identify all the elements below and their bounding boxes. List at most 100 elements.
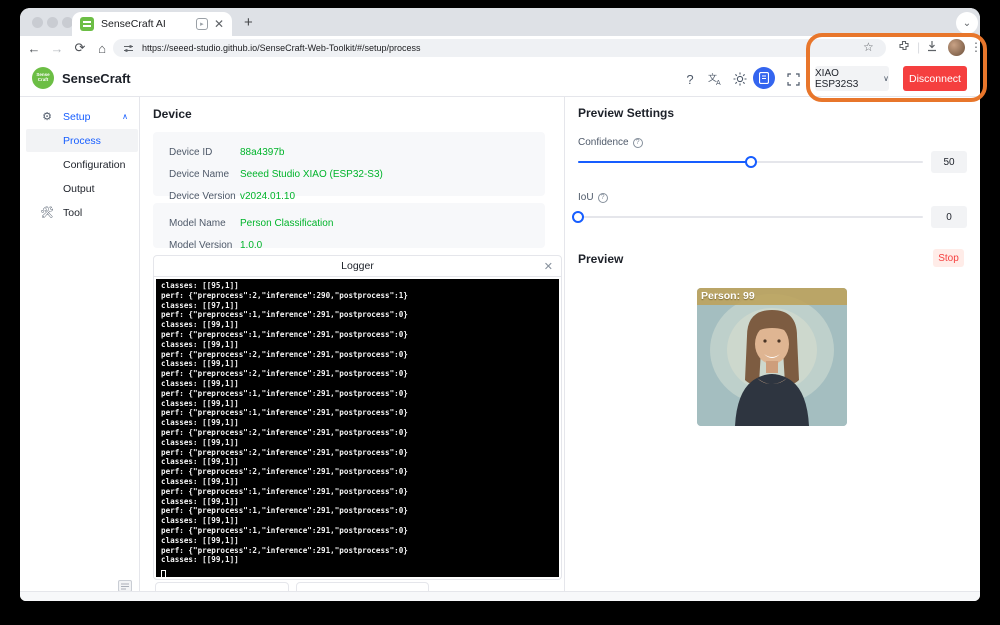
window-minimize-button[interactable] <box>47 17 58 28</box>
logger-line: perf: {"preprocess":2,"inference":291,"p… <box>161 448 559 458</box>
logger-line: classes: [[99,1]] <box>161 516 559 526</box>
logger-close-icon[interactable]: ✕ <box>544 260 553 273</box>
theme-sun-icon[interactable] <box>730 69 750 89</box>
bookmark-star-icon[interactable]: ☆ <box>863 40 874 54</box>
logger-line: classes: [[99,1]] <box>161 555 559 565</box>
logger-line: perf: {"preprocess":1,"inference":291,"p… <box>161 506 559 516</box>
iou-label: IoU ? <box>578 192 608 203</box>
address-bar[interactable]: https://seeed-studio.github.io/SenseCraf… <box>113 39 886 57</box>
home-icon[interactable]: ⌂ <box>93 39 111 57</box>
logger-line: perf: {"preprocess":2,"inference":291,"p… <box>161 546 559 556</box>
browser-menu-icon[interactable]: ⋮ <box>970 40 980 54</box>
preview-title: Preview <box>578 252 623 266</box>
logger-line: classes: [[99,1]] <box>161 536 559 546</box>
logger-line: classes: [[95,1]] <box>161 281 559 291</box>
logger-line: perf: {"preprocess":2,"inference":290,"p… <box>161 291 559 301</box>
page-bottom-strip <box>20 591 980 601</box>
confidence-label: Confidence ? <box>578 137 643 148</box>
iou-help-icon[interactable]: ? <box>598 193 608 203</box>
back-icon[interactable]: ← <box>25 39 43 57</box>
logger-line: perf: {"preprocess":2,"inference":291,"p… <box>161 428 559 438</box>
logger-line: perf: {"preprocess":1,"inference":291,"p… <box>161 408 559 418</box>
logger-line: classes: [[97,1]] <box>161 301 559 311</box>
tab-title: SenseCraft AI <box>101 18 196 30</box>
logger-line: classes: [[99,1]] <box>161 320 559 330</box>
browser-toolbar: ← → ⟳ ⌂ https://seeed-studio.github.io/S… <box>20 36 980 60</box>
help-button[interactable]: ? <box>680 69 700 89</box>
svg-text:A: A <box>716 80 721 86</box>
preview-settings-title: Preview Settings <box>578 106 674 120</box>
device-info-row: Device NameSeeed Studio XIAO (ESP32-S3) <box>153 163 545 185</box>
sidebar-item-tool[interactable]: 🛠︎ Tool <box>26 201 138 224</box>
sidebar-item-output[interactable]: Output <box>26 177 138 200</box>
extensions-icon[interactable] <box>898 40 910 52</box>
device-section-title: Device <box>153 107 192 121</box>
model-info-row: Model Version1.0.0 <box>153 234 545 256</box>
logger-line: classes: [[99,1]] <box>161 399 559 409</box>
tab-search-icon[interactable]: ⌄ <box>956 12 978 34</box>
disconnect-button[interactable]: Disconnect <box>903 66 967 91</box>
confidence-value[interactable]: 50 <box>931 151 967 173</box>
download-icon[interactable] <box>926 40 938 52</box>
tab-favicon-icon <box>80 17 94 31</box>
confidence-slider-handle[interactable] <box>745 156 757 168</box>
sidebar-item-process[interactable]: Process <box>26 129 138 152</box>
main-content: ⚙ Setup ∧ ProcessConfigurationOutput 🛠︎ … <box>20 97 980 591</box>
sidebar-item-setup[interactable]: ⚙ Setup ∧ <box>26 105 138 128</box>
confidence-help-icon[interactable]: ? <box>633 138 643 148</box>
tab-close-icon[interactable]: ✕ <box>214 18 224 30</box>
logger-line: classes: [[99,1]] <box>161 359 559 369</box>
sidebar-setup-label: Setup <box>63 111 90 123</box>
browser-profile-avatar[interactable] <box>948 39 965 56</box>
iou-slider-handle[interactable] <box>572 211 584 223</box>
device-select-dropdown[interactable]: XIAO ESP32S3 ∨ <box>815 66 889 91</box>
toolbar-divider: | <box>917 40 920 54</box>
model-info-card: Model NamePerson ClassificationModel Ver… <box>153 203 545 248</box>
logger-line: classes: [[99,1]] <box>161 457 559 467</box>
new-tab-button[interactable]: + <box>244 14 253 31</box>
url-text: https://seeed-studio.github.io/SenseCraf… <box>142 43 420 53</box>
logger-line: perf: {"preprocess":1,"inference":291,"p… <box>161 526 559 536</box>
tab-audio-icon: ▸ <box>196 18 208 30</box>
reload-icon[interactable]: ⟳ <box>71 39 89 57</box>
logger-line: perf: {"preprocess":2,"inference":291,"p… <box>161 467 559 477</box>
confidence-slider-fill <box>578 161 751 163</box>
forward-icon[interactable]: → <box>48 39 66 57</box>
logger-line: classes: [[99,1]] <box>161 418 559 428</box>
iou-slider[interactable] <box>578 211 923 223</box>
iou-value[interactable]: 0 <box>931 206 967 228</box>
browser-window: SenseCraft AI ▸ ✕ + ⌄ ← → ⟳ ⌂ https://se… <box>20 8 980 601</box>
document-badge-icon[interactable] <box>753 67 775 89</box>
stop-button[interactable]: Stop <box>933 249 964 267</box>
device-info-row: Device ID88a4397b <box>153 141 545 163</box>
logger-line: perf: {"preprocess":1,"inference":291,"p… <box>161 389 559 399</box>
person-photo <box>697 288 847 426</box>
device-select-value: XIAO ESP32S3 <box>815 68 878 90</box>
device-info-card: Device ID88a4397bDevice NameSeeed Studio… <box>153 132 545 196</box>
logger-line: classes: [[99,1]] <box>161 340 559 350</box>
window-close-button[interactable] <box>32 17 43 28</box>
logger-terminal[interactable]: classes: [[95,1]]perf: {"preprocess":2,"… <box>156 279 559 577</box>
logger-line: perf: {"preprocess":2,"inference":291,"p… <box>161 369 559 379</box>
confidence-slider[interactable] <box>578 156 923 168</box>
sidebar-tool-label: Tool <box>63 207 82 219</box>
logger-line: perf: {"preprocess":2,"inference":291,"p… <box>161 350 559 360</box>
gear-icon: ⚙ <box>40 110 54 123</box>
logger-line: perf: {"preprocess":1,"inference":291,"p… <box>161 330 559 340</box>
chevron-up-icon: ∧ <box>122 112 128 121</box>
fullscreen-icon[interactable] <box>783 69 803 89</box>
sidebar: ⚙ Setup ∧ ProcessConfigurationOutput 🛠︎ … <box>20 97 140 591</box>
tab-strip: SenseCraft AI ▸ ✕ + ⌄ <box>20 8 980 36</box>
browser-tab[interactable]: SenseCraft AI ▸ ✕ <box>72 12 232 36</box>
iou-slider-track[interactable] <box>578 216 923 218</box>
site-settings-icon[interactable] <box>123 43 134 54</box>
logger-line: classes: [[99,1]] <box>161 438 559 448</box>
logger-title: Logger <box>154 260 561 272</box>
sidebar-item-configuration[interactable]: Configuration <box>26 153 138 176</box>
detection-label: Person: 99 <box>697 288 847 305</box>
sensecraft-logo: Sense Craft <box>32 67 54 89</box>
logger-line: perf: {"preprocess":1,"inference":291,"p… <box>161 487 559 497</box>
language-icon[interactable]: 文A <box>705 69 725 89</box>
logger-line: classes: [[99,1]] <box>161 497 559 507</box>
logger-line: classes: [[99,1]] <box>161 477 559 487</box>
